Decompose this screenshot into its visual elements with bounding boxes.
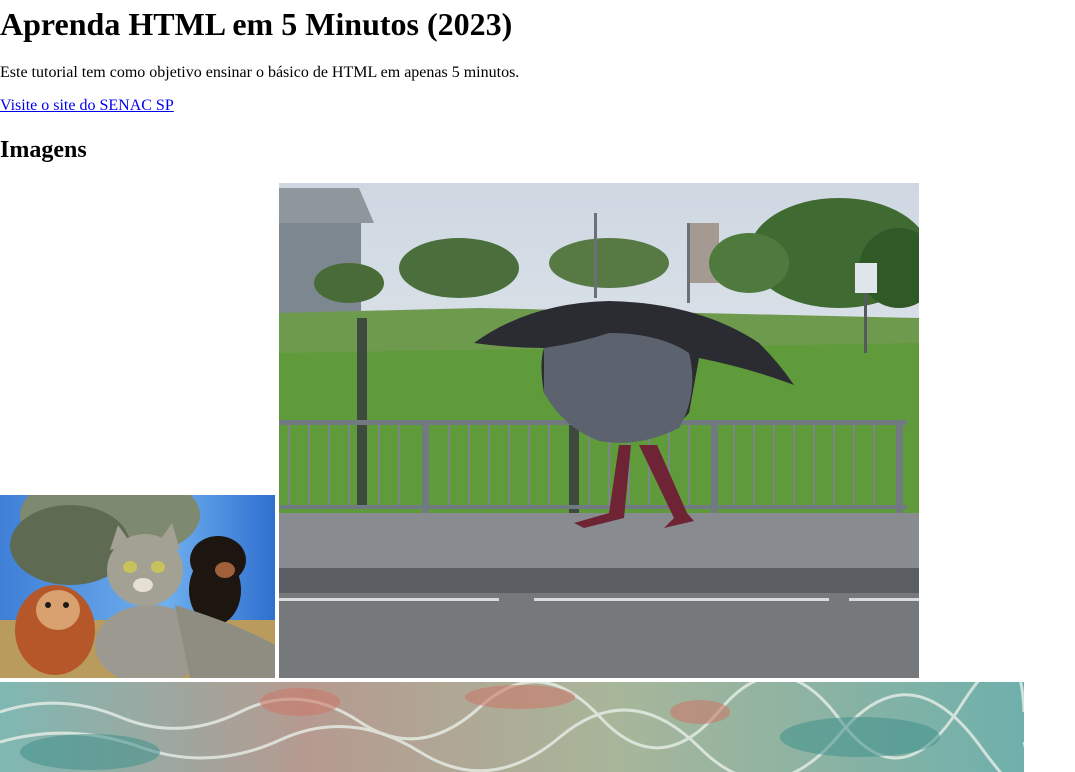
underwater-image: [0, 682, 1024, 772]
senac-link[interactable]: Visite o site do SENAC SP: [0, 97, 174, 115]
page: Aprenda HTML em 5 Minutos (2023) Este tu…: [0, 0, 1075, 772]
crow-image: [279, 183, 919, 678]
intro-paragraph: Este tutorial tem como objetivo ensinar …: [0, 64, 520, 81]
cat-dogs-image: [0, 495, 275, 678]
page-title: Aprenda HTML em 5 Minutos (2023): [0, 6, 513, 42]
images-heading: Imagens: [0, 137, 87, 163]
